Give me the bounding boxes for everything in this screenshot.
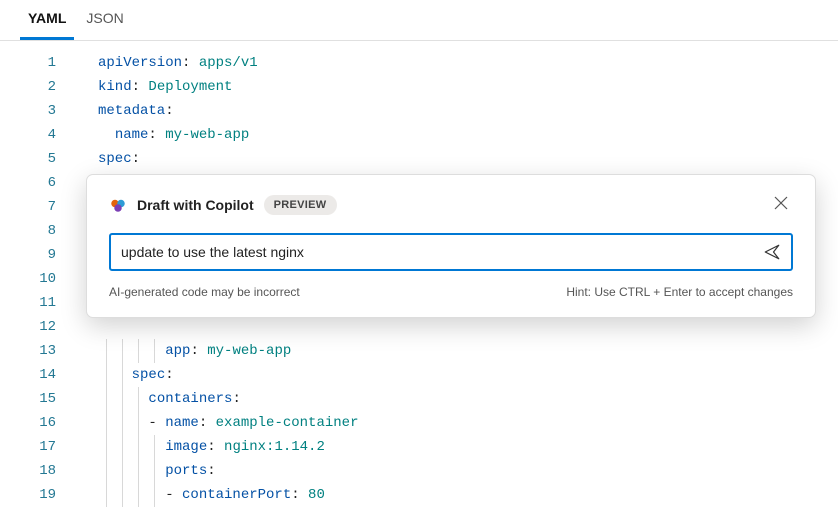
line-number: 16 <box>0 411 78 435</box>
line-number: 1 <box>0 51 78 75</box>
indent-guide <box>122 411 123 435</box>
indent-guide <box>106 435 107 459</box>
code-line[interactable]: - containerPort: 80 <box>98 483 838 507</box>
line-number: 2 <box>0 75 78 99</box>
ai-disclaimer: AI-generated code may be incorrect <box>109 285 300 299</box>
close-icon[interactable] <box>769 191 793 219</box>
code-line[interactable]: spec: <box>98 147 838 171</box>
line-number: 12 <box>0 315 78 339</box>
indent-guide <box>122 459 123 483</box>
code-line[interactable]: metadata: <box>98 99 838 123</box>
indent-guide <box>138 435 139 459</box>
indent-guide <box>122 339 123 363</box>
code-line[interactable]: name: my-web-app <box>98 123 838 147</box>
indent-guide <box>138 459 139 483</box>
indent-guide <box>122 483 123 507</box>
line-number: 19 <box>0 483 78 507</box>
code-line[interactable]: image: nginx:1.14.2 <box>98 435 838 459</box>
tab-json[interactable]: JSON <box>78 0 131 40</box>
code-line[interactable]: apiVersion: apps/v1 <box>98 51 838 75</box>
code-line[interactable] <box>98 315 838 339</box>
send-icon[interactable] <box>763 243 781 261</box>
line-number: 11 <box>0 291 78 315</box>
code-line[interactable]: spec: <box>98 363 838 387</box>
popup-title: Draft with Copilot <box>137 197 254 213</box>
line-number: 15 <box>0 387 78 411</box>
code-line[interactable]: kind: Deployment <box>98 75 838 99</box>
indent-guide <box>106 387 107 411</box>
line-number: 14 <box>0 363 78 387</box>
line-number: 13 <box>0 339 78 363</box>
preview-badge: PREVIEW <box>264 195 337 215</box>
indent-guide <box>106 411 107 435</box>
accept-hint: Hint: Use CTRL + Enter to accept changes <box>566 285 793 299</box>
indent-guide <box>138 483 139 507</box>
indent-guide <box>122 387 123 411</box>
indent-guide <box>138 339 139 363</box>
copilot-icon <box>109 196 127 214</box>
line-number: 5 <box>0 147 78 171</box>
copilot-draft-popup: Draft with Copilot PREVIEW AI-generated … <box>86 174 816 318</box>
line-number: 8 <box>0 219 78 243</box>
line-number: 18 <box>0 459 78 483</box>
line-number: 4 <box>0 123 78 147</box>
indent-guide <box>122 435 123 459</box>
line-number: 6 <box>0 171 78 195</box>
code-line[interactable]: ports: <box>98 459 838 483</box>
line-number-gutter: 12345678910111213141516171819 <box>0 41 78 507</box>
format-tabs: YAML JSON <box>0 0 838 41</box>
line-number: 10 <box>0 267 78 291</box>
indent-guide <box>122 363 123 387</box>
indent-guide <box>138 387 139 411</box>
line-number: 7 <box>0 195 78 219</box>
code-line[interactable]: - name: example-container <box>98 411 838 435</box>
indent-guide <box>106 483 107 507</box>
indent-guide <box>154 483 155 507</box>
tab-yaml[interactable]: YAML <box>20 0 74 40</box>
indent-guide <box>154 435 155 459</box>
indent-guide <box>154 459 155 483</box>
line-number: 9 <box>0 243 78 267</box>
line-number: 3 <box>0 99 78 123</box>
prompt-input[interactable] <box>121 244 753 260</box>
line-number: 17 <box>0 435 78 459</box>
code-line[interactable]: app: my-web-app <box>98 339 838 363</box>
indent-guide <box>106 339 107 363</box>
code-line[interactable]: containers: <box>98 387 838 411</box>
prompt-input-container <box>109 233 793 271</box>
indent-guide <box>106 363 107 387</box>
indent-guide <box>138 411 139 435</box>
indent-guide <box>106 459 107 483</box>
indent-guide <box>154 339 155 363</box>
